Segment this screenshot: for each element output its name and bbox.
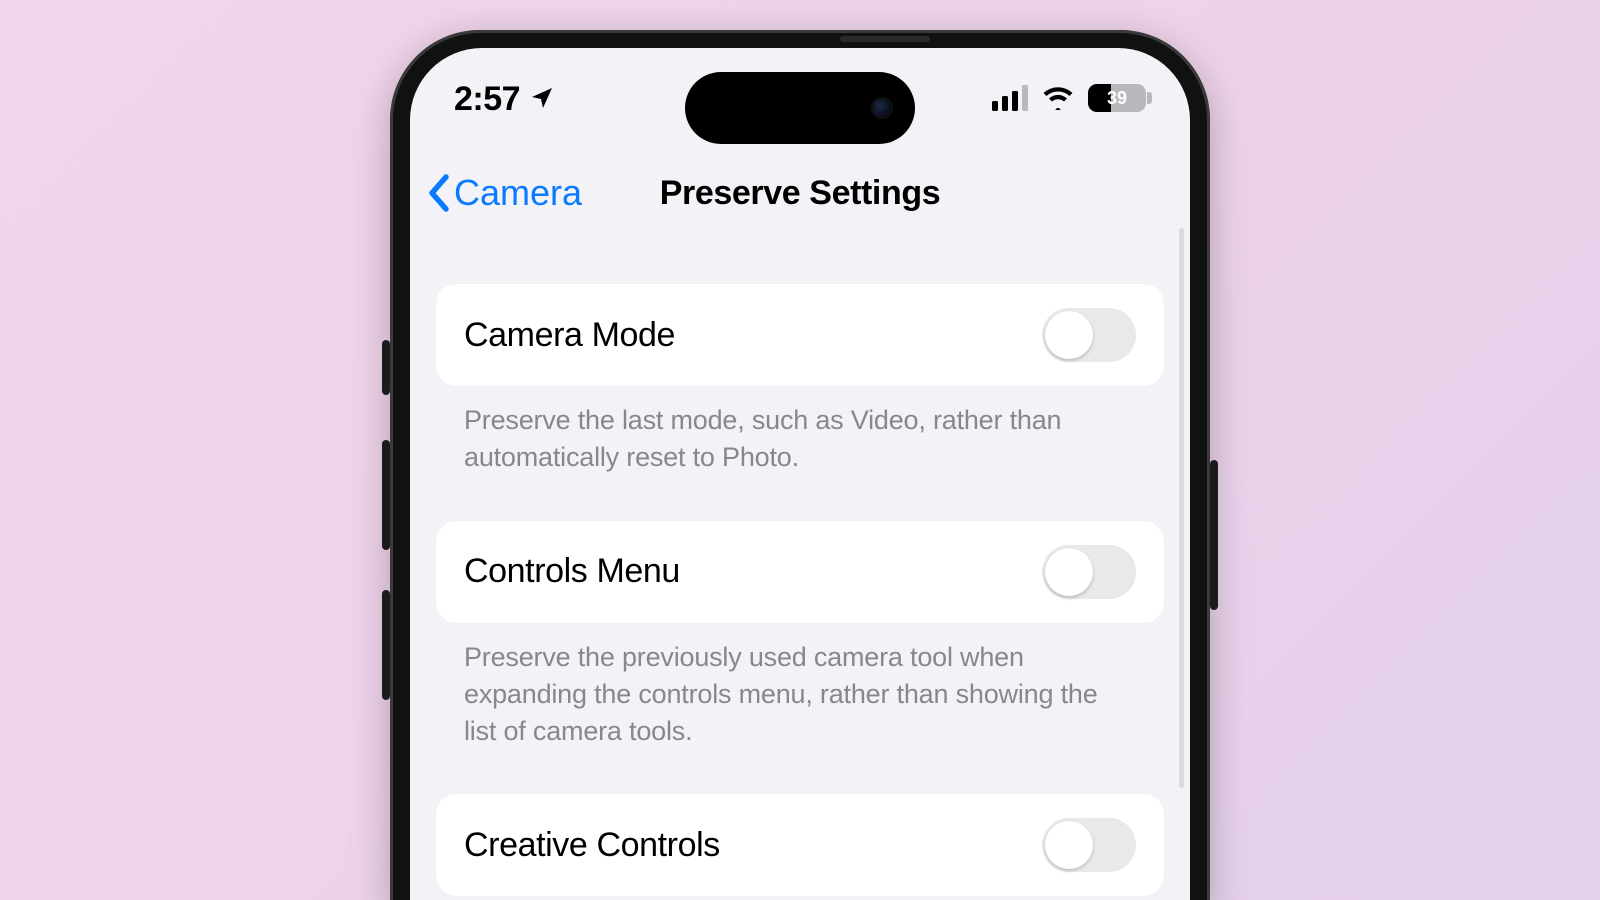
volume-down-button-edge	[382, 440, 390, 550]
toggle-camera-mode[interactable]	[1042, 308, 1136, 362]
setting-label: Controls Menu	[464, 552, 680, 591]
setting-footer: Preserve the last mode, such as Video, r…	[436, 386, 1164, 477]
status-time: 2:57	[454, 80, 520, 119]
status-right: 39	[992, 80, 1146, 112]
cellular-icon	[992, 85, 1028, 111]
settings-content[interactable]: Camera Mode Preserve the last mode, such…	[410, 228, 1190, 900]
phone-frame: 2:57 39	[390, 30, 1210, 900]
toggle-knob	[1045, 311, 1093, 359]
scroll-indicator	[1179, 228, 1184, 788]
setting-group-camera-mode: Camera Mode Preserve the last mode, such…	[436, 284, 1164, 477]
antenna-band	[840, 36, 930, 42]
side-button-edge	[382, 590, 390, 700]
toggle-knob	[1045, 548, 1093, 596]
screen: 2:57 39	[410, 48, 1190, 900]
battery-icon: 39	[1088, 84, 1146, 112]
setting-footer: Preserve the previously used camera tool…	[436, 623, 1164, 751]
setting-row-camera-mode[interactable]: Camera Mode	[436, 284, 1164, 386]
setting-group-creative-controls: Creative Controls Preserve the last used…	[436, 794, 1164, 900]
location-icon	[530, 80, 554, 119]
power-button-edge	[1210, 460, 1218, 610]
setting-label: Camera Mode	[464, 316, 675, 355]
setting-group-controls-menu: Controls Menu Preserve the previously us…	[436, 521, 1164, 751]
setting-row-controls-menu[interactable]: Controls Menu	[436, 521, 1164, 623]
front-camera-icon	[871, 97, 893, 119]
dynamic-island	[685, 72, 915, 144]
battery-percent: 39	[1088, 88, 1146, 109]
setting-label: Creative Controls	[464, 826, 720, 865]
setting-footer: Preserve the last used filter, aspect ra…	[436, 896, 1164, 900]
status-left: 2:57	[454, 80, 554, 119]
navigation-bar: Camera Preserve Settings	[410, 158, 1190, 228]
setting-row-creative-controls[interactable]: Creative Controls	[436, 794, 1164, 896]
toggle-creative-controls[interactable]	[1042, 818, 1136, 872]
toggle-knob	[1045, 821, 1093, 869]
toggle-controls-menu[interactable]	[1042, 545, 1136, 599]
volume-up-button-edge	[382, 340, 390, 395]
page-title: Preserve Settings	[410, 174, 1190, 213]
wifi-icon	[1042, 86, 1074, 110]
